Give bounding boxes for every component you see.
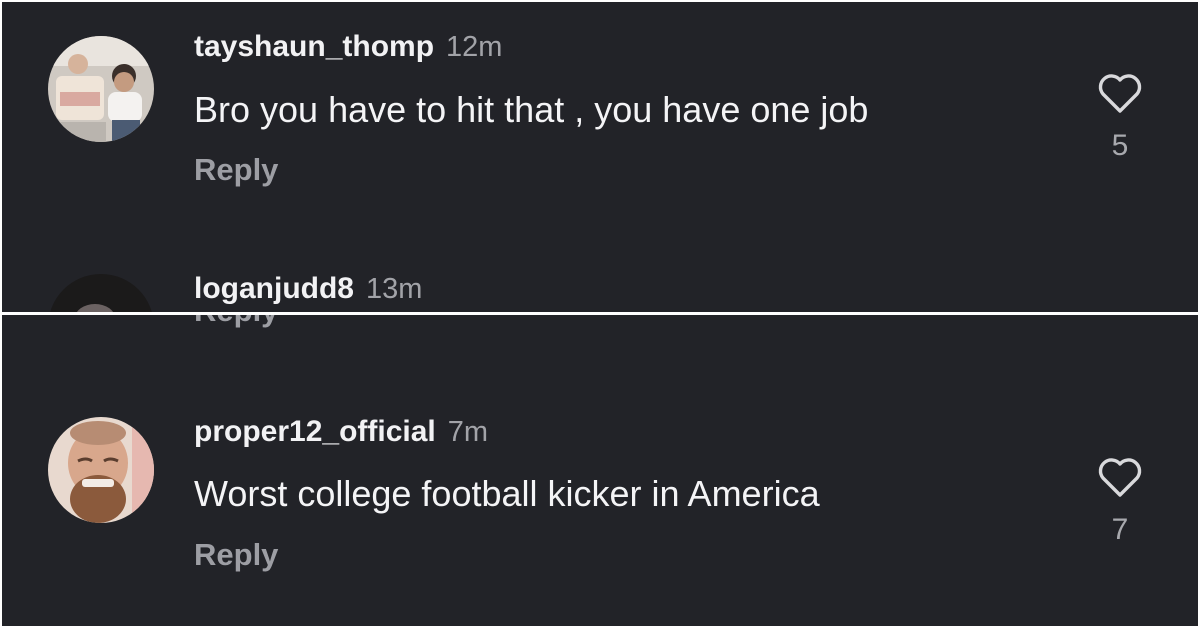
comment-text: Bro you have to hit that , you have one … [194,89,869,130]
reply-button[interactable]: Reply [194,152,278,188]
avatar[interactable] [48,417,154,523]
comment-item: tayshaun_thomp 12m Bro you have to hit th… [2,2,1198,187]
timestamp: 13m [366,273,423,305]
reply-button[interactable]: Reply [194,537,278,573]
comment-item: loganjudd8 13m [2,242,1198,312]
like-count: 5 [1111,129,1129,162]
username-text[interactable]: proper12_official [194,415,436,448]
username[interactable]: loganjudd8 13m [194,272,422,306]
comments-panel-top: tayshaun_thomp 12m Bro you have to hit th… [2,2,1198,312]
like-count: 7 [1111,513,1129,546]
heart-outline-icon[interactable] [1096,71,1144,115]
timestamp: 7m [447,416,489,448]
comment-item: proper12_official 7m Worst college footba… [2,403,1198,573]
comment-text: Worst college football kicker in America [194,473,820,514]
username[interactable]: tayshaun_thomp 12m [194,30,502,64]
comments-panel-bottom: Reply proper12_official 7m Worst college … [2,315,1198,626]
heart-outline-icon[interactable] [1096,455,1144,499]
username[interactable]: proper12_official 7m [194,415,488,449]
screenshot-collage: tayshaun_thomp 12m Bro you have to hit th… [0,0,1200,628]
username-text[interactable]: loganjudd8 [194,272,354,305]
like-control: 7 [1092,455,1148,547]
timestamp: 12m [446,31,503,63]
avatar[interactable] [48,36,154,142]
reply-button[interactable]: Reply [194,315,278,329]
like-control: 5 [1092,71,1148,163]
username-text[interactable]: tayshaun_thomp [194,30,434,63]
avatar[interactable] [48,274,154,312]
